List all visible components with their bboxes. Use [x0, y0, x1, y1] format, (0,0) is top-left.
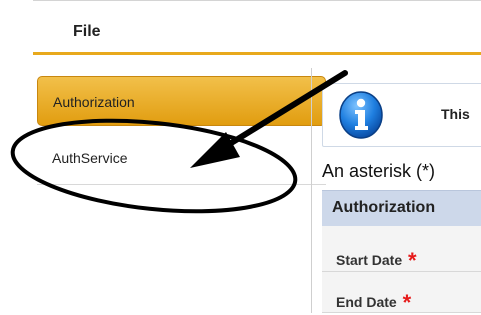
sidebar-item-authorization[interactable]: Authorization [37, 76, 326, 126]
sidebar: Authorization AuthService [33, 68, 326, 313]
info-message-box: This [322, 83, 481, 147]
section-header: Authorization [322, 190, 481, 226]
start-date-label: Start Date [336, 252, 403, 268]
sidebar-item-label: AuthService [52, 150, 128, 166]
file-menu[interactable]: File [73, 23, 101, 41]
section-header-title: Authorization [332, 199, 436, 216]
form-row-start-date: Start Date * [322, 226, 481, 273]
sidebar-item-label: Authorization [53, 94, 135, 110]
menu-bar: File [33, 0, 481, 55]
field-label: End Date * [336, 287, 412, 315]
required-fields-note: An asterisk (*) [322, 161, 436, 181]
info-message-text: This [441, 106, 470, 122]
end-date-label: End Date [336, 294, 397, 310]
form-row-end-date: End Date * [322, 272, 481, 315]
content-divider [311, 68, 312, 313]
sidebar-item-authservice[interactable]: AuthService [37, 132, 326, 184]
required-marker: * [402, 290, 412, 315]
field-label: Start Date * [336, 245, 417, 273]
required-marker: * [408, 248, 417, 273]
info-icon [339, 91, 383, 139]
sidebar-divider [37, 184, 326, 185]
